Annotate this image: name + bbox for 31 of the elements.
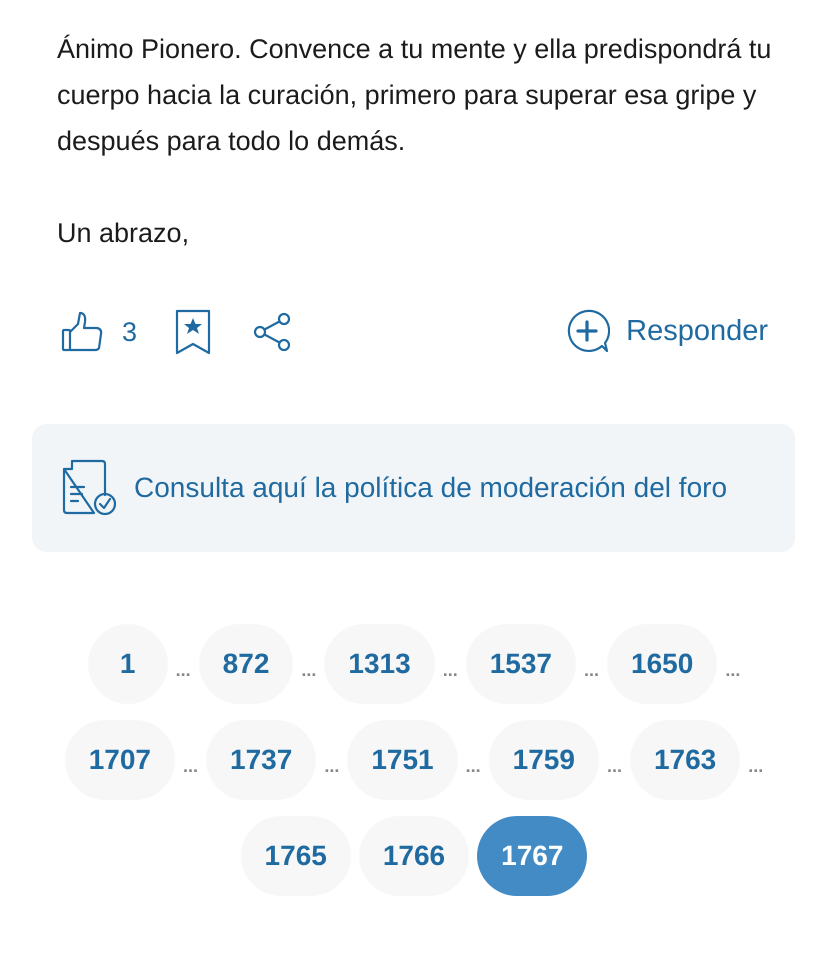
page-button[interactable]: 1767: [477, 816, 588, 896]
page-button[interactable]: 1763: [630, 720, 740, 800]
page-ellipsis: ...: [466, 754, 481, 778]
page-button[interactable]: 1737: [206, 720, 316, 800]
page-button[interactable]: 1650: [607, 624, 718, 704]
page-ellipsis: ...: [725, 658, 740, 682]
page-ellipsis: ...: [442, 658, 458, 682]
page-button[interactable]: 1313: [324, 624, 435, 704]
page-button[interactable]: 1751: [347, 720, 458, 800]
page-ellipsis: ...: [748, 754, 764, 778]
moderation-policy-link[interactable]: Consulta aquí la política de moderación del foro: [134, 465, 728, 511]
post-paragraph: Un abrazo,: [57, 217, 190, 250]
reply-button[interactable]: Responder: [564, 309, 768, 355]
bookmark-icon[interactable]: [175, 309, 212, 355]
page-ellipsis: ...: [324, 754, 340, 778]
page-button[interactable]: 1537: [466, 624, 576, 704]
document-check-icon: [62, 459, 118, 517]
page-button[interactable]: 1707: [64, 720, 176, 800]
like-count: 3: [122, 316, 138, 349]
page-ellipsis: ...: [183, 754, 198, 778]
page-ellipsis: ...: [584, 658, 600, 682]
page-button[interactable]: 872: [198, 624, 294, 704]
page-button[interactable]: 1: [88, 624, 168, 704]
page-button[interactable]: 1766: [358, 816, 470, 896]
like-icon[interactable]: [60, 310, 104, 354]
page-ellipsis: ...: [176, 658, 191, 682]
page-button[interactable]: 1765: [240, 816, 351, 896]
page-ellipsis: ...: [606, 754, 622, 778]
page-ellipsis: ...: [301, 658, 316, 682]
page-button[interactable]: 1759: [488, 720, 599, 800]
post-paragraph: Ánimo Pionero. Convence a tu mente y ella predispondrá tu cuerpo hacia la curación, primero para superar esa gripe y después para todo lo demás.: [57, 33, 772, 158]
